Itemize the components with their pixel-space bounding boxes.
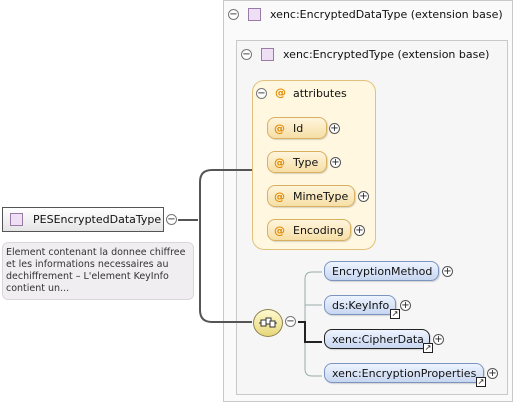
element-label: EncryptionMethod — [332, 264, 433, 278]
at-icon: @ — [274, 223, 285, 237]
expand-element-button[interactable]: + — [400, 300, 411, 311]
expand-element-button[interactable]: + — [442, 266, 453, 277]
expand-element-button[interactable]: + — [433, 334, 444, 345]
element-xenc-cipherdata[interactable]: xenc:CipherData — [324, 329, 430, 349]
reference-link-icon: ↗ — [390, 309, 400, 319]
attribute-label: Id — [293, 121, 304, 135]
sequence-icon — [259, 317, 277, 328]
attribute-label: MimeType — [293, 189, 349, 203]
sequence-compositor-icon[interactable] — [253, 309, 283, 337]
complex-type-icon — [10, 213, 23, 226]
expand-attribute-button[interactable]: + — [329, 123, 340, 134]
at-icon: @ — [274, 155, 285, 169]
expand-attribute-button[interactable]: + — [358, 191, 369, 202]
collapse-sequence-button[interactable]: − — [285, 316, 296, 327]
element-encryption-method[interactable]: EncryptionMethod — [324, 261, 439, 281]
element-ds-keyinfo[interactable]: ds:KeyInfo — [324, 295, 396, 315]
root-documentation: Element contenant la donnee chiffree et … — [2, 242, 194, 300]
root-element-label: PESEncryptedDataType — [33, 213, 162, 226]
attributes-group-label: attributes — [293, 87, 347, 100]
attribute-id[interactable]: @ Id — [267, 117, 327, 139]
element-xenc-encryption-properties[interactable]: xenc:EncryptionProperties — [324, 363, 484, 383]
at-icon: @ — [274, 121, 285, 135]
element-label: ds:KeyInfo — [332, 298, 390, 312]
attribute-label: Type — [293, 155, 319, 169]
reference-link-icon: ↗ — [476, 377, 486, 387]
expand-attribute-button[interactable]: + — [354, 225, 365, 236]
attribute-type[interactable]: @ Type — [267, 151, 327, 173]
element-label: xenc:EncryptionProperties — [332, 366, 477, 380]
attribute-encoding[interactable]: @ Encoding — [267, 219, 351, 241]
collapse-attributes-button[interactable]: − — [256, 88, 267, 99]
attribute-label: Encoding — [293, 223, 344, 237]
collapse-root-button[interactable]: − — [166, 214, 177, 225]
root-element-pes-encrypted-data-type[interactable]: PESEncryptedDataType — [2, 207, 164, 232]
at-icon: @ — [274, 189, 285, 203]
expand-attribute-button[interactable]: + — [330, 157, 341, 168]
attribute-mimetype[interactable]: @ MimeType — [267, 185, 355, 207]
element-label: xenc:CipherData — [332, 332, 424, 346]
at-icon: @ — [275, 86, 286, 99]
expand-element-button[interactable]: + — [487, 368, 498, 379]
reference-link-icon: ↗ — [423, 343, 433, 353]
